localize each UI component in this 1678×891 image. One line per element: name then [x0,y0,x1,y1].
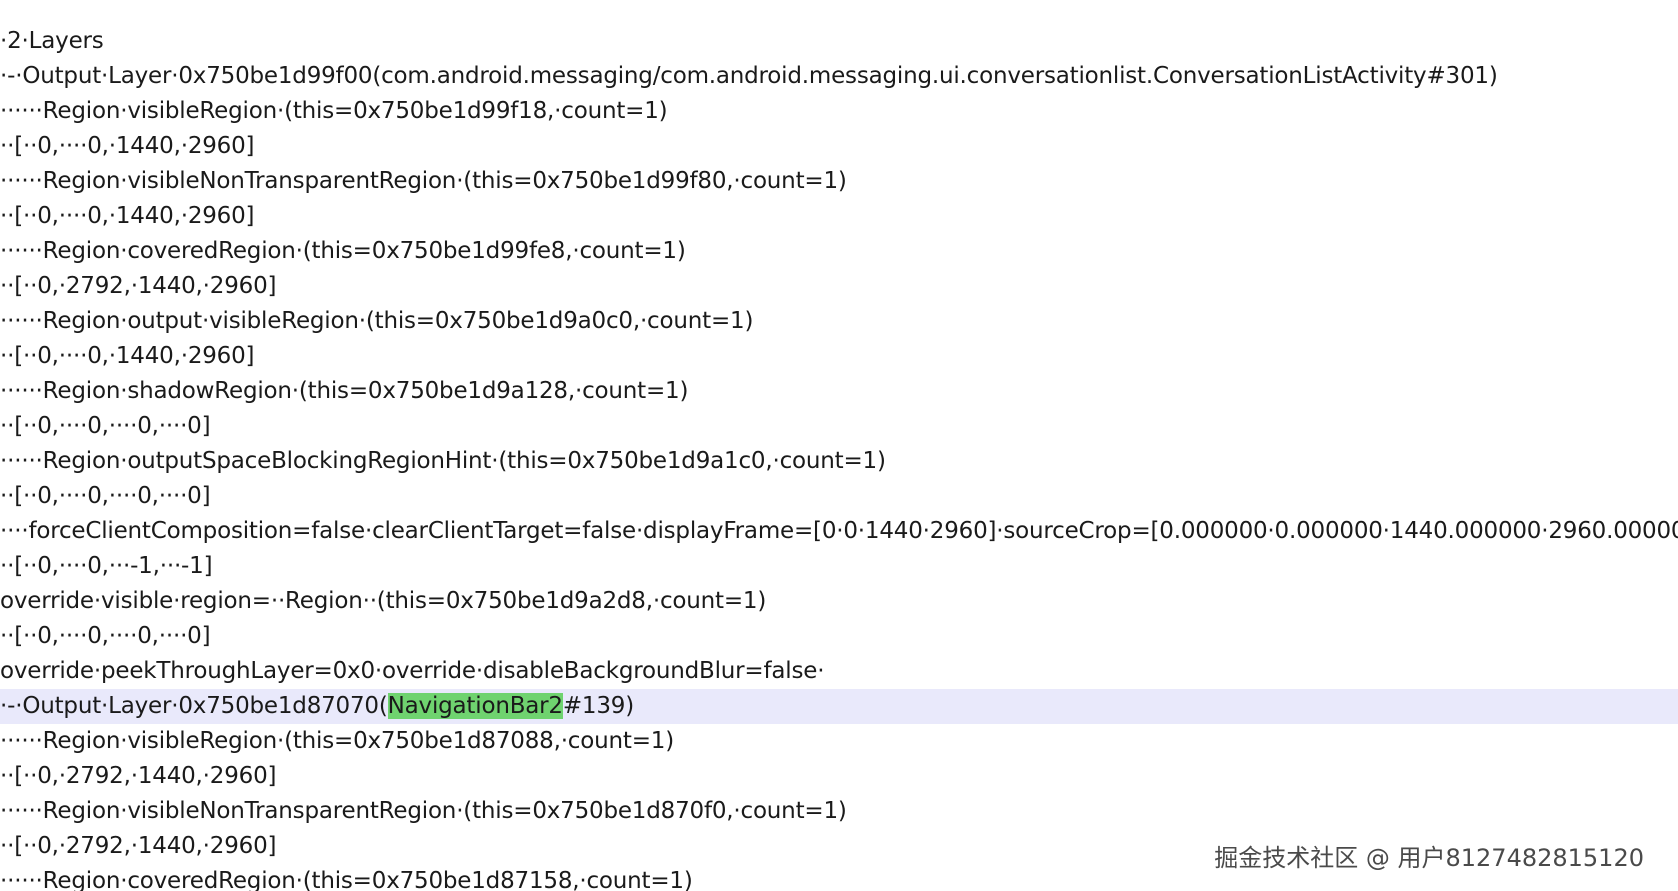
log-line: ··[··0,·2792,·1440,·2960] [0,763,277,789]
log-line: ······Region·visibleNonTransparentRegion… [0,798,847,824]
log-line: ······Region·visibleNonTransparentRegion… [0,168,847,194]
log-line: ····forceClientComposition=false·clearCl… [0,518,1678,544]
log-line: ······Region·visibleRegion·(this=0x750be… [0,728,674,754]
log-line: ······Region·shadowRegion·(this=0x750be1… [0,378,689,404]
log-line: ··[··0,····0,····0,····0] [0,483,211,509]
log-line: ······Region·outputSpaceBlockingRegionHi… [0,448,886,474]
log-line: ··[··0,····0,···-1,···-1] [0,553,213,579]
log-line: override·peekThroughLayer=0x0·override·d… [0,658,825,684]
search-match-highlight: NavigationBar2 [387,693,563,719]
log-line: ··[··0,····0,·1440,·2960] [0,203,255,229]
log-viewer[interactable]: ·2·Layers ·-·Output·Layer·0x750be1d99f00… [0,24,1678,891]
log-line-prefix: ·-·Output·Layer·0x750be1d87070( [0,693,388,719]
log-line: ··[··0,····0,·1440,·2960] [0,343,255,369]
log-line: ··[··0,·2792,·1440,·2960] [0,273,277,299]
log-line: ·-·Output·Layer·0x750be1d99f00(com.andro… [0,63,1498,89]
log-line: ······Region·output·visibleRegion·(this=… [0,308,754,334]
log-line: ······Region·coveredRegion·(this=0x750be… [0,238,686,264]
log-line: ··[··0,····0,····0,····0] [0,623,211,649]
log-line: ··[··0,····0,····0,····0] [0,413,211,439]
watermark: 掘金技术社区 @ 用户8127482815120 [1214,844,1644,872]
log-line: ·2·Layers [0,28,104,54]
log-line-suffix: #139) [562,693,635,719]
log-line: override·visible·region=··Region··(this=… [0,588,767,614]
current-log-line: ·-·Output·Layer·0x750be1d87070(Navigatio… [0,689,1678,724]
log-line: ··[··0,····0,·1440,·2960] [0,133,255,159]
log-line: ······Region·visibleRegion·(this=0x750be… [0,98,668,124]
